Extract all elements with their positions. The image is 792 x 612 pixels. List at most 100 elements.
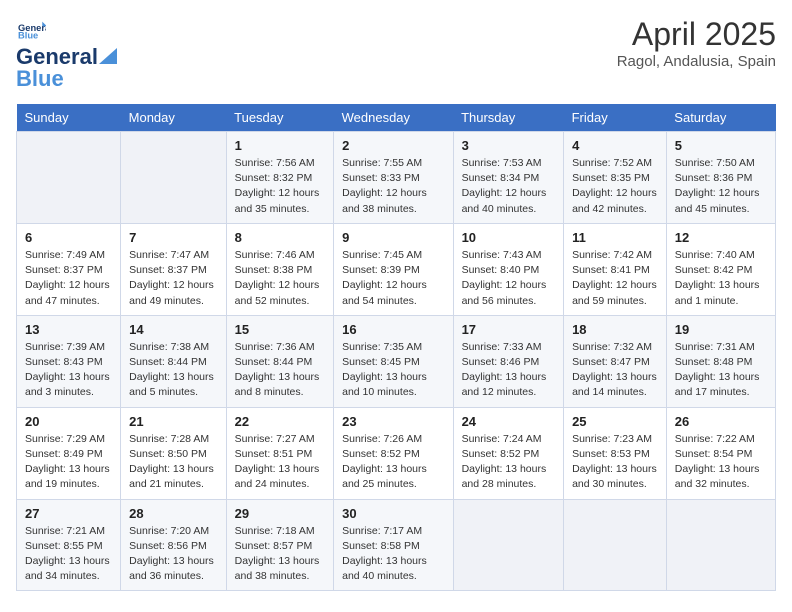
day-number: 23 bbox=[342, 414, 444, 429]
day-number: 12 bbox=[675, 230, 767, 245]
day-cell: 3Sunrise: 7:53 AMSunset: 8:34 PMDaylight… bbox=[453, 132, 564, 224]
day-cell: 17Sunrise: 7:33 AMSunset: 8:46 PMDayligh… bbox=[453, 315, 564, 407]
day-cell: 23 Sunrise: 7:26 AMSunset: 8:52 PMDayligh… bbox=[334, 407, 453, 499]
week-row-2: 6 Sunrise: 7:49 AMSunset: 8:37 PMDaylight… bbox=[17, 223, 776, 315]
calendar-subtitle: Ragol, Andalusia, Spain bbox=[617, 53, 776, 70]
day-info: Sunrise: 7:20 AMSunset: 8:56 PMDaylight:… bbox=[129, 524, 218, 585]
day-number: 20 bbox=[25, 414, 112, 429]
day-number: 10 bbox=[462, 230, 556, 245]
day-number: 2 bbox=[342, 138, 444, 153]
day-cell: 16 Sunrise: 7:35 AMSunset: 8:45 PMDayligh… bbox=[334, 315, 453, 407]
day-number: 24 bbox=[462, 414, 556, 429]
day-info: Sunrise: 7:23 AMSunset: 8:53 PMDaylight:… bbox=[572, 432, 658, 493]
week-row-3: 13 Sunrise: 7:39 AMSunset: 8:43 PMDayligh… bbox=[17, 315, 776, 407]
day-number: 15 bbox=[235, 322, 325, 337]
day-number: 26 bbox=[675, 414, 767, 429]
day-info: Sunrise: 7:53 AMSunset: 8:34 PMDaylight:… bbox=[462, 156, 556, 217]
day-cell: 4 Sunrise: 7:52 AMSunset: 8:35 PMDaylight… bbox=[564, 132, 667, 224]
day-cell: 19 Sunrise: 7:31 AMSunset: 8:48 PMDayligh… bbox=[666, 315, 775, 407]
day-cell: 18 Sunrise: 7:32 AMSunset: 8:47 PMDayligh… bbox=[564, 315, 667, 407]
svg-text:Blue: Blue bbox=[18, 30, 38, 40]
day-number: 14 bbox=[129, 322, 218, 337]
day-info: Sunrise: 7:56 AMSunset: 8:32 PMDaylight:… bbox=[235, 156, 325, 217]
header-cell-wednesday: Wednesday bbox=[334, 104, 453, 132]
page-header: General Blue General Blue April 2025 Rag… bbox=[16, 16, 776, 92]
day-number: 6 bbox=[25, 230, 112, 245]
day-cell: 12 Sunrise: 7:40 AMSunset: 8:42 PMDayligh… bbox=[666, 223, 775, 315]
day-cell: 22 Sunrise: 7:27 AMSunset: 8:51 PMDayligh… bbox=[226, 407, 333, 499]
logo-icon: General Blue bbox=[18, 16, 46, 44]
header-cell-sunday: Sunday bbox=[17, 104, 121, 132]
logo: General Blue General Blue bbox=[16, 16, 118, 92]
day-info: Sunrise: 7:47 AMSunset: 8:37 PMDaylight:… bbox=[129, 248, 218, 309]
day-cell: 24 Sunrise: 7:24 AMSunset: 8:52 PMDayligh… bbox=[453, 407, 564, 499]
day-number: 8 bbox=[235, 230, 325, 245]
day-cell bbox=[564, 499, 667, 591]
day-cell bbox=[666, 499, 775, 591]
day-info: Sunrise: 7:24 AMSunset: 8:52 PMDaylight:… bbox=[462, 432, 556, 493]
header-cell-monday: Monday bbox=[121, 104, 227, 132]
day-number: 18 bbox=[572, 322, 658, 337]
day-number: 16 bbox=[342, 322, 444, 337]
day-number: 22 bbox=[235, 414, 325, 429]
day-cell: 29Sunrise: 7:18 AMSunset: 8:57 PMDayligh… bbox=[226, 499, 333, 591]
day-cell: 5Sunrise: 7:50 AMSunset: 8:36 PMDaylight… bbox=[666, 132, 775, 224]
day-info: Sunrise: 7:18 AMSunset: 8:57 PMDaylight:… bbox=[235, 524, 325, 585]
day-cell: 25 Sunrise: 7:23 AMSunset: 8:53 PMDayligh… bbox=[564, 407, 667, 499]
day-info: Sunrise: 7:55 AMSunset: 8:33 PMDaylight:… bbox=[342, 156, 444, 217]
week-row-4: 20 Sunrise: 7:29 AMSunset: 8:49 PMDayligh… bbox=[17, 407, 776, 499]
day-info: Sunrise: 7:42 AMSunset: 8:41 PMDaylight:… bbox=[572, 248, 658, 309]
day-info: Sunrise: 7:21 AMSunset: 8:55 PMDaylight:… bbox=[25, 524, 112, 585]
calendar-title: April 2025 bbox=[617, 16, 776, 53]
calendar-header: SundayMondayTuesdayWednesdayThursdayFrid… bbox=[17, 104, 776, 132]
day-cell: 14Sunrise: 7:38 AMSunset: 8:44 PMDayligh… bbox=[121, 315, 227, 407]
header-cell-saturday: Saturday bbox=[666, 104, 775, 132]
day-info: Sunrise: 7:46 AMSunset: 8:38 PMDaylight:… bbox=[235, 248, 325, 309]
day-cell bbox=[121, 132, 227, 224]
day-info: Sunrise: 7:17 AMSunset: 8:58 PMDaylight:… bbox=[342, 524, 444, 585]
week-row-5: 27Sunrise: 7:21 AMSunset: 8:55 PMDayligh… bbox=[17, 499, 776, 591]
logo-triangle-icon bbox=[99, 48, 117, 64]
day-info: Sunrise: 7:29 AMSunset: 8:49 PMDaylight:… bbox=[25, 432, 112, 493]
day-cell: 27Sunrise: 7:21 AMSunset: 8:55 PMDayligh… bbox=[17, 499, 121, 591]
day-info: Sunrise: 7:45 AMSunset: 8:39 PMDaylight:… bbox=[342, 248, 444, 309]
day-number: 4 bbox=[572, 138, 658, 153]
day-info: Sunrise: 7:31 AMSunset: 8:48 PMDaylight:… bbox=[675, 340, 767, 401]
day-info: Sunrise: 7:52 AMSunset: 8:35 PMDaylight:… bbox=[572, 156, 658, 217]
day-info: Sunrise: 7:35 AMSunset: 8:45 PMDaylight:… bbox=[342, 340, 444, 401]
day-info: Sunrise: 7:28 AMSunset: 8:50 PMDaylight:… bbox=[129, 432, 218, 493]
day-info: Sunrise: 7:26 AMSunset: 8:52 PMDaylight:… bbox=[342, 432, 444, 493]
day-info: Sunrise: 7:43 AMSunset: 8:40 PMDaylight:… bbox=[462, 248, 556, 309]
day-info: Sunrise: 7:39 AMSunset: 8:43 PMDaylight:… bbox=[25, 340, 112, 401]
day-info: Sunrise: 7:40 AMSunset: 8:42 PMDaylight:… bbox=[675, 248, 767, 309]
week-row-1: 1 Sunrise: 7:56 AMSunset: 8:32 PMDaylight… bbox=[17, 132, 776, 224]
day-number: 19 bbox=[675, 322, 767, 337]
day-info: Sunrise: 7:22 AMSunset: 8:54 PMDaylight:… bbox=[675, 432, 767, 493]
day-cell: 20 Sunrise: 7:29 AMSunset: 8:49 PMDayligh… bbox=[17, 407, 121, 499]
day-cell: 8 Sunrise: 7:46 AMSunset: 8:38 PMDaylight… bbox=[226, 223, 333, 315]
day-number: 28 bbox=[129, 506, 218, 521]
day-number: 30 bbox=[342, 506, 444, 521]
day-number: 25 bbox=[572, 414, 658, 429]
day-number: 7 bbox=[129, 230, 218, 245]
day-cell: 13 Sunrise: 7:39 AMSunset: 8:43 PMDayligh… bbox=[17, 315, 121, 407]
header-cell-friday: Friday bbox=[564, 104, 667, 132]
day-number: 1 bbox=[235, 138, 325, 153]
day-cell: 9Sunrise: 7:45 AMSunset: 8:39 PMDaylight… bbox=[334, 223, 453, 315]
day-cell bbox=[453, 499, 564, 591]
day-cell: 30 Sunrise: 7:17 AMSunset: 8:58 PMDayligh… bbox=[334, 499, 453, 591]
day-number: 13 bbox=[25, 322, 112, 337]
day-info: Sunrise: 7:32 AMSunset: 8:47 PMDaylight:… bbox=[572, 340, 658, 401]
day-cell: 15 Sunrise: 7:36 AMSunset: 8:44 PMDayligh… bbox=[226, 315, 333, 407]
day-info: Sunrise: 7:27 AMSunset: 8:51 PMDaylight:… bbox=[235, 432, 325, 493]
calendar-body: 1 Sunrise: 7:56 AMSunset: 8:32 PMDaylight… bbox=[17, 132, 776, 591]
day-number: 11 bbox=[572, 230, 658, 245]
day-number: 17 bbox=[462, 322, 556, 337]
header-cell-tuesday: Tuesday bbox=[226, 104, 333, 132]
day-info: Sunrise: 7:49 AMSunset: 8:37 PMDaylight:… bbox=[25, 248, 112, 309]
day-info: Sunrise: 7:36 AMSunset: 8:44 PMDaylight:… bbox=[235, 340, 325, 401]
header-cell-thursday: Thursday bbox=[453, 104, 564, 132]
day-cell: 11 Sunrise: 7:42 AMSunset: 8:41 PMDayligh… bbox=[564, 223, 667, 315]
calendar-table: SundayMondayTuesdayWednesdayThursdayFrid… bbox=[16, 104, 776, 591]
title-block: April 2025 Ragol, Andalusia, Spain bbox=[617, 16, 776, 70]
